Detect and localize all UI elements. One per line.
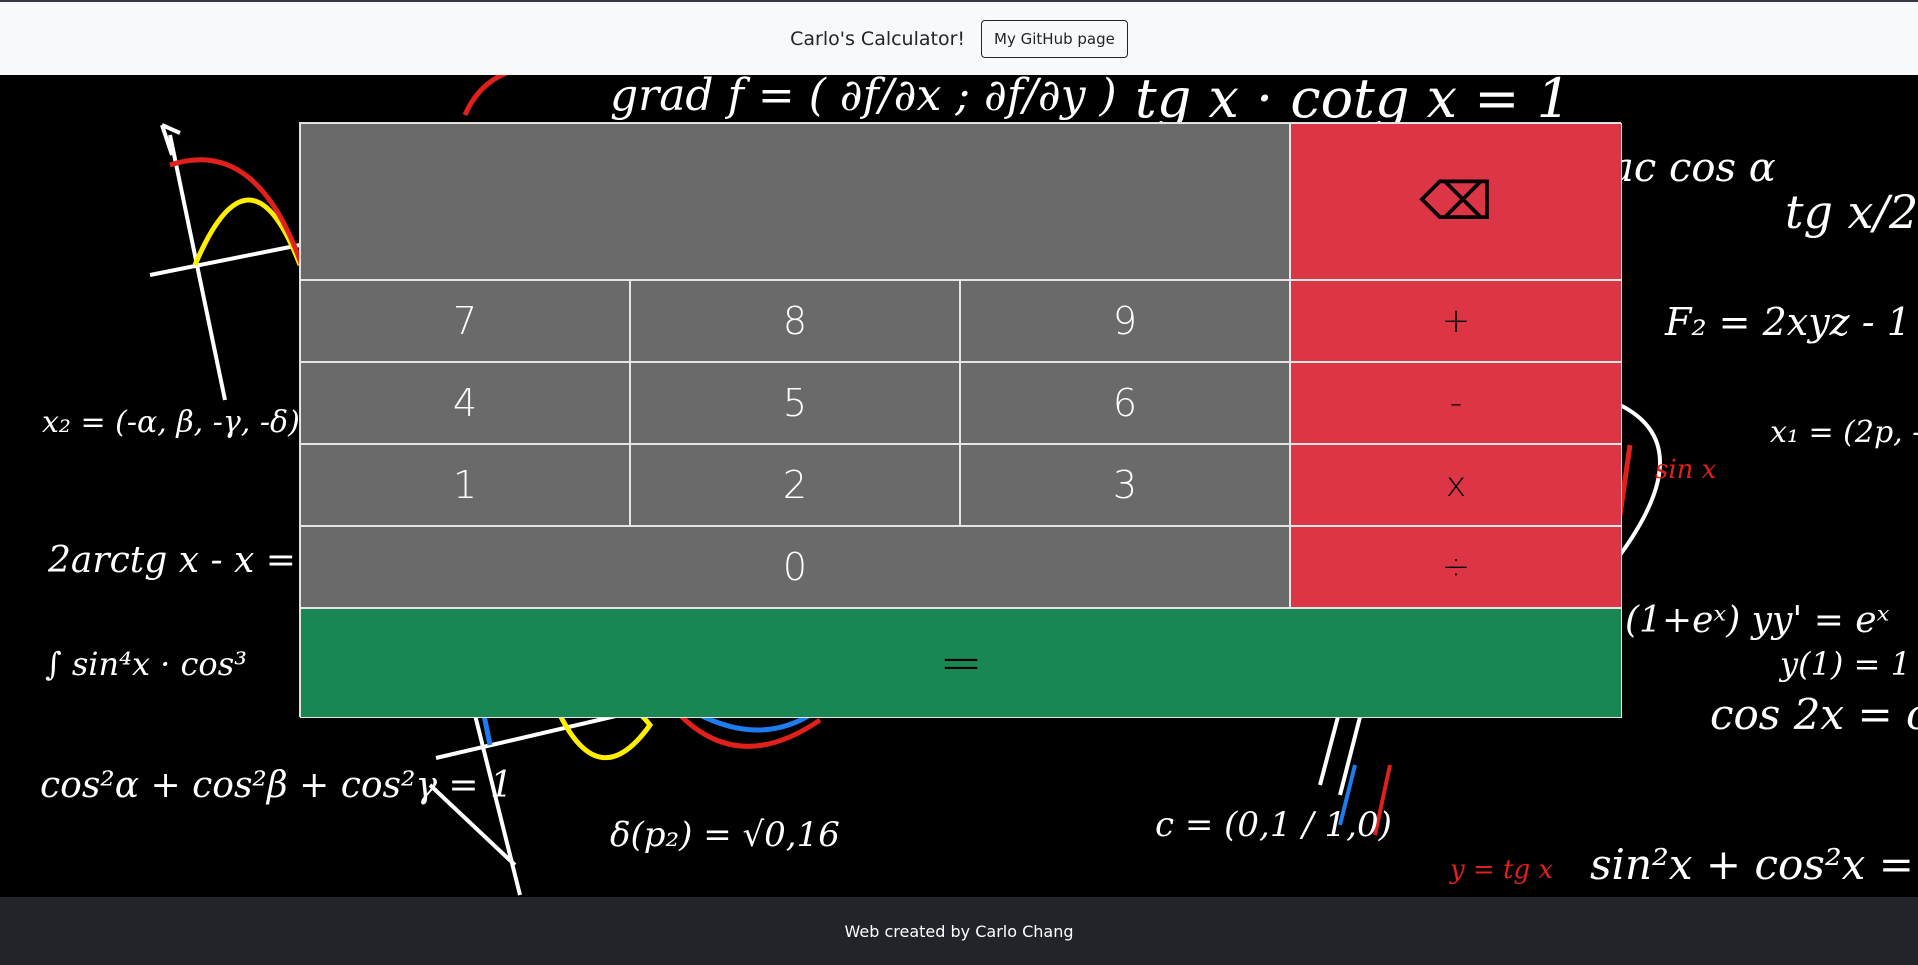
minus-button[interactable]: -: [1290, 362, 1622, 444]
formula-initial-condition: y(1) = 1: [1780, 645, 1911, 683]
digit-3-button[interactable]: 3: [960, 444, 1290, 526]
formula-x2-vector: x₂ = (-α, β, -γ, -δ): [42, 405, 300, 440]
formula-ode: (1+eˣ) yy' = eˣ: [1625, 600, 1890, 641]
formula-cos-squares: cos²α + cos²β + cos²γ = 1: [40, 765, 513, 806]
navbar: Carlo's Calculator! My GitHub page: [0, 0, 1918, 75]
calculator: ⌫ 7 8 9 + 4 5 6 - 1 2 3 x 0 ÷ =: [299, 122, 1622, 718]
multiply-button[interactable]: x: [1290, 444, 1622, 526]
app-title: Carlo's Calculator!: [790, 27, 966, 50]
formula-arctg: 2arctg x - x = 0: [48, 540, 331, 581]
digit-8-button[interactable]: 8: [630, 280, 960, 362]
github-link-button[interactable]: My GitHub page: [981, 19, 1128, 58]
divide-button[interactable]: ÷: [1290, 526, 1622, 608]
footer: Web created by Carlo Chang: [0, 897, 1918, 965]
formula-F2: F₂ = 2xyz - 1 =: [1665, 300, 1918, 344]
red-arc-top: [462, 75, 509, 117]
formula-tg-half: tg x/2 =: [1785, 185, 1918, 239]
footer-credit: Web created by Carlo Chang: [844, 921, 1074, 941]
digit-7-button[interactable]: 7: [300, 280, 630, 362]
backspace-button[interactable]: ⌫: [1290, 123, 1622, 280]
formula-cos2x: cos 2x = co: [1710, 690, 1918, 739]
backspace-icon: ⌫: [1419, 171, 1493, 232]
calculator-display: [300, 123, 1290, 280]
digit-0-button[interactable]: 0: [300, 526, 1290, 608]
formula-matrix-c: c = (0,1 / 1,0): [1155, 805, 1392, 845]
formula-integral: ∫ sin⁴x · cos³: [45, 645, 247, 683]
equals-button[interactable]: =: [300, 608, 1622, 718]
plus-button[interactable]: +: [1290, 280, 1622, 362]
formula-x1-vector: x₁ = (2p, -p, 0): [1770, 415, 1918, 450]
formula-gradient: grad f = ( ∂f/∂x ; ∂f/∂y ): [610, 75, 1117, 121]
digit-4-button[interactable]: 4: [300, 362, 630, 444]
digit-5-button[interactable]: 5: [630, 362, 960, 444]
digit-6-button[interactable]: 6: [960, 362, 1290, 444]
label-y-tgx: y = tg x: [1450, 855, 1554, 885]
digit-9-button[interactable]: 9: [960, 280, 1290, 362]
formula-sin-cos: sin²x + cos²x =: [1590, 840, 1914, 889]
digit-1-button[interactable]: 1: [300, 444, 630, 526]
formula-delta: δ(p₂) = √0,16: [610, 815, 840, 855]
formula-cos-alpha: ac cos α: [1610, 145, 1776, 191]
digit-2-button[interactable]: 2: [630, 444, 960, 526]
label-sinx: sin x: [1655, 455, 1717, 485]
